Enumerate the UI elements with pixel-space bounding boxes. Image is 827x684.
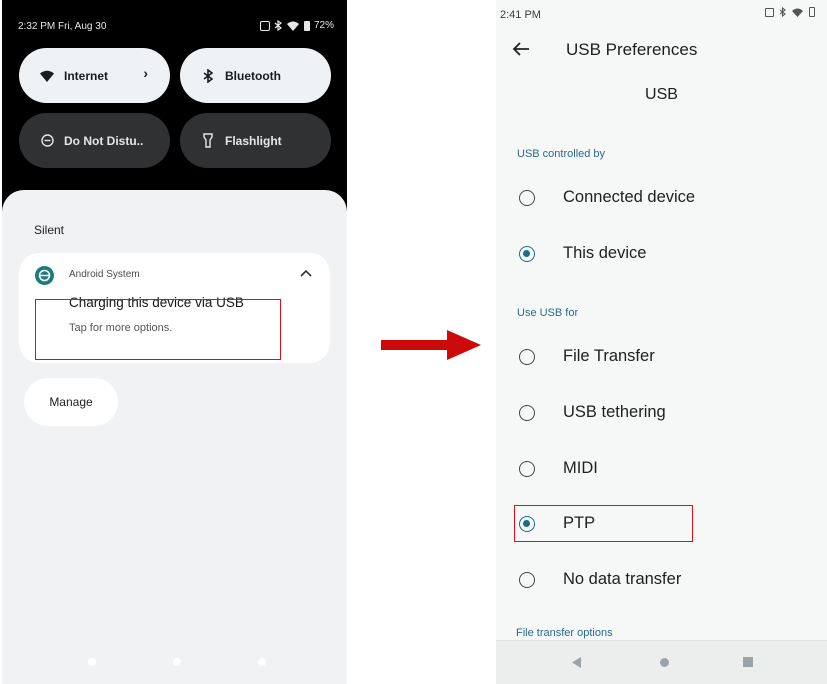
status-icons — [765, 7, 815, 17]
radio-unchecked-icon — [519, 190, 535, 206]
nav-recents-dot[interactable] — [258, 658, 266, 666]
section-label-silent: Silent — [34, 223, 65, 237]
radio-label: File Transfer — [563, 347, 655, 365]
wifi-icon — [39, 70, 55, 82]
radio-unchecked-icon — [519, 572, 535, 588]
wifi-status-icon — [286, 21, 299, 31]
manage-button[interactable]: Manage — [24, 378, 118, 426]
tile-label: Bluetooth — [225, 68, 281, 83]
navigation-bar — [496, 640, 827, 684]
status-time-date: 2:32 PM Fri, Aug 30 — [18, 21, 107, 32]
nav-back-icon[interactable] — [572, 657, 581, 668]
highlight-box-ptp — [514, 505, 693, 542]
tile-flashlight[interactable]: Flashlight — [180, 113, 331, 168]
nav-back-dot[interactable] — [88, 658, 96, 666]
radio-unchecked-icon — [519, 349, 535, 365]
radio-midi[interactable]: MIDI — [496, 449, 827, 489]
bluetooth-icon — [200, 68, 216, 83]
bluetooth-status-icon — [274, 20, 282, 31]
red-arrow-icon — [381, 330, 481, 360]
screenshot-indicator-icon — [259, 20, 270, 31]
status-bar: 2:32 PM Fri, Aug 30 72% — [2, 0, 347, 48]
nav-recents-icon[interactable] — [743, 657, 753, 667]
radio-no-data-transfer[interactable]: No data transfer — [496, 560, 827, 600]
radio-connected-device[interactable]: Connected device — [496, 178, 827, 218]
battery-icon — [303, 20, 310, 31]
notification-shade: Silent Android System Charging this devi… — [2, 190, 347, 684]
status-bar: 2:41 PM — [496, 0, 827, 30]
radio-label: Connected device — [563, 188, 696, 206]
radio-this-device[interactable]: This device — [496, 234, 827, 274]
tile-label: Internet — [64, 68, 109, 83]
category-usb-controlled-by: USB controlled by — [517, 148, 606, 160]
bluetooth-status-icon — [779, 7, 786, 17]
android-system-icon — [35, 266, 54, 285]
back-arrow-icon[interactable] — [512, 41, 530, 62]
right-phone-screen: 2:41 PM USB Preferences USB USB controll… — [496, 0, 827, 684]
section-header-usb: USB — [645, 86, 678, 103]
chevron-right-icon: › — [143, 65, 148, 81]
battery-percent: 72% — [313, 20, 334, 31]
radio-label: USB tethering — [563, 403, 666, 421]
radio-label: This device — [563, 244, 647, 262]
category-file-transfer-options: File transfer options — [516, 627, 613, 639]
page-title: USB Preferences — [566, 40, 698, 59]
screenshot-indicator-icon — [765, 7, 774, 17]
radio-usb-tethering[interactable]: USB tethering — [496, 393, 827, 433]
chevron-up-icon[interactable] — [299, 265, 313, 283]
left-phone-screen: 2:32 PM Fri, Aug 30 72% Internet › Bluet… — [2, 0, 347, 684]
notification-app-name: Android System — [69, 269, 140, 280]
tile-do-not-disturb[interactable]: Do Not Distu.. — [19, 113, 170, 168]
radio-checked-icon — [519, 246, 535, 262]
radio-label: MIDI — [563, 459, 598, 477]
highlight-box-notification — [35, 299, 281, 360]
status-icons: 72% — [259, 20, 334, 31]
tile-label: Do Not Distu.. — [64, 133, 144, 148]
radio-unchecked-icon — [519, 405, 535, 421]
status-time: 2:41 PM — [500, 9, 541, 21]
flashlight-icon — [200, 133, 216, 148]
nav-home-dot[interactable] — [173, 658, 181, 666]
radio-label: No data transfer — [563, 570, 682, 588]
do-not-disturb-icon — [39, 134, 55, 147]
wifi-status-icon — [792, 8, 803, 17]
battery-icon — [809, 7, 815, 17]
radio-file-transfer[interactable]: File Transfer — [496, 337, 827, 377]
nav-home-icon[interactable] — [660, 658, 669, 667]
radio-unchecked-icon — [519, 461, 535, 477]
tile-bluetooth[interactable]: Bluetooth — [180, 48, 331, 103]
tile-internet[interactable]: Internet › — [19, 48, 170, 103]
category-use-usb-for: Use USB for — [517, 307, 579, 319]
tile-label: Flashlight — [225, 133, 282, 148]
